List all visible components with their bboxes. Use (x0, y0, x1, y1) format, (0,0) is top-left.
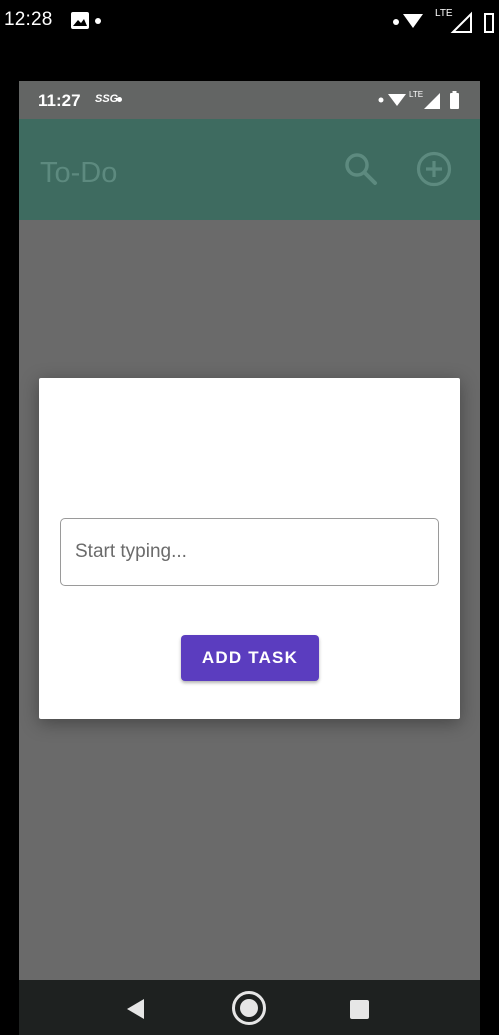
device-status-bar: 11:27 SSG LTE (19, 81, 480, 119)
wifi-icon (388, 94, 406, 106)
host-status-bar: 12:28 LTE (0, 0, 499, 42)
host-clock: 12:28 (4, 9, 53, 30)
navigation-bar (19, 980, 480, 1035)
notification-dot-icon (393, 19, 399, 25)
recents-icon[interactable] (350, 1000, 369, 1019)
device-status-icons: LTE (378, 89, 468, 116)
notification-dot-icon (95, 18, 101, 24)
app-bar: To-Do (19, 119, 480, 220)
app-title: To-Do (40, 157, 118, 189)
device-clock: 11:27 (38, 91, 81, 110)
host-status-icons: LTE (393, 6, 497, 36)
device-screen: 11:27 SSG LTE To-Do Start typing... ADD … (19, 81, 480, 1035)
gallery-notification-icon (71, 12, 89, 34)
carrier-icon: SSG (95, 93, 119, 105)
back-icon[interactable] (126, 998, 146, 1025)
add-task-dialog: ADD TASK (39, 378, 460, 719)
battery-icon (450, 93, 459, 109)
lte-label: LTE (409, 90, 423, 99)
home-icon[interactable] (231, 990, 267, 1031)
cell-signal-icon (424, 93, 440, 109)
add-task-button[interactable]: ADD TASK (181, 635, 319, 681)
notification-dot-icon (117, 97, 122, 102)
lte-label: LTE (435, 8, 453, 19)
task-text-input[interactable] (60, 518, 439, 586)
add-circle-icon[interactable] (415, 150, 453, 193)
search-icon[interactable] (343, 151, 379, 192)
wifi-signal-icon: LTE (403, 8, 494, 33)
